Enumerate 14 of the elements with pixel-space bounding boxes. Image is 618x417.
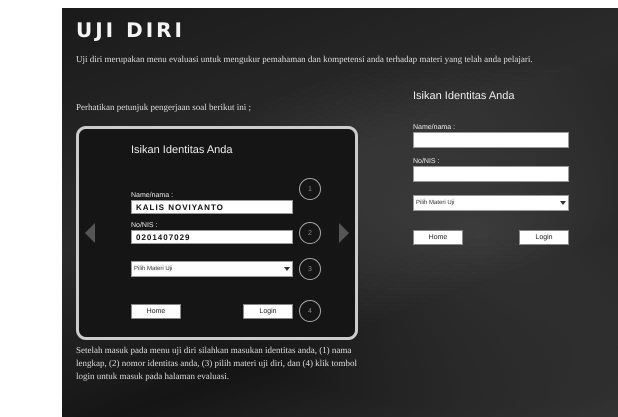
form-heading: Isikan Identitas Anda bbox=[131, 144, 234, 156]
form-heading: Isikan Identitas Anda bbox=[413, 90, 516, 102]
nis-field[interactable] bbox=[413, 166, 569, 182]
nis-field[interactable]: 0201407029 bbox=[131, 230, 293, 244]
caret-icon bbox=[560, 200, 566, 206]
name-field[interactable] bbox=[413, 132, 569, 148]
right-arrow-icon[interactable] bbox=[337, 221, 351, 245]
explanation-text: Setelah masuk pada menu uji diri silahkan masukan identitas anda, (1) nama lengkap, (2) nomor identitas anda, (3) pilih materi uji diri, dan (4) klik tombol login untuk masuk pada halaman evaluasi. bbox=[76, 344, 358, 383]
instruction-text: Perhatikan petunjuk pengerjaan soal berikut ini ; bbox=[76, 102, 252, 112]
caret-icon bbox=[284, 266, 290, 272]
description-text: Uji diri merupakan menu evaluasi untuk mengukur pemahaman dan kompetensi anda terhadap materi yang telah anda pelajari. bbox=[76, 53, 534, 66]
page-title: UJI DIRI bbox=[76, 18, 186, 42]
left-arrow-icon[interactable] bbox=[83, 221, 97, 245]
name-field[interactable]: KALIS NOVIYANTO bbox=[131, 200, 293, 214]
